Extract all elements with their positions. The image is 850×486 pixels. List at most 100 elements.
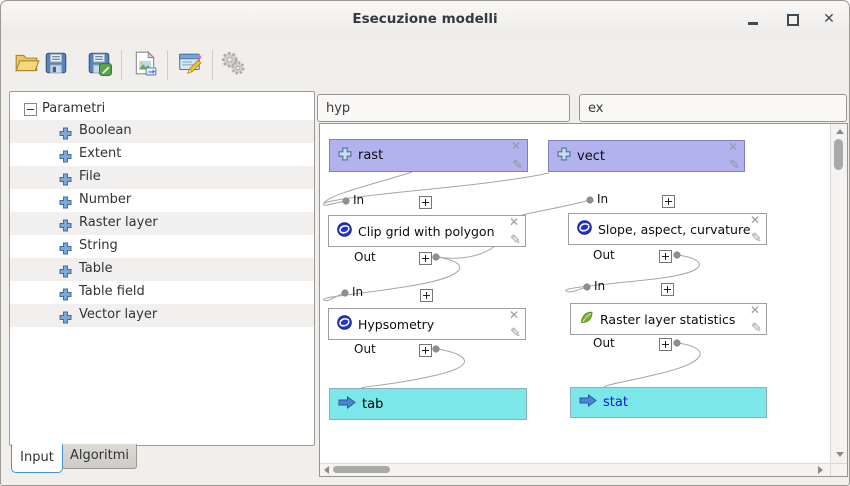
toolbar-separator (121, 50, 122, 80)
edit-node-icon[interactable]: ✎ (510, 326, 521, 341)
scroll-left-icon[interactable] (324, 466, 329, 474)
algorithm-node-hypsometry[interactable]: Hypsometry ✕ ✎ (328, 308, 526, 340)
toolbar-separator (212, 50, 213, 80)
delete-node-icon[interactable]: ✕ (509, 215, 519, 229)
gears-icon (220, 50, 246, 80)
open-folder-icon (14, 50, 40, 80)
tree-item-number[interactable]: Number (10, 189, 314, 212)
parameter-plus-icon (338, 147, 352, 165)
vertical-scrollbar-thumb[interactable] (834, 139, 843, 170)
tree-item-label: Number (79, 192, 131, 207)
algorithm-node-clip-grid[interactable]: Clip grid with polygon ✕ ✎ (328, 215, 526, 247)
vertical-scrollbar[interactable] (830, 124, 847, 463)
edit-model-help-button[interactable] (174, 49, 206, 81)
horizontal-scrollbar[interactable] (320, 463, 830, 476)
save-floppy-icon (43, 50, 69, 80)
delete-node-icon[interactable]: ✕ (750, 303, 760, 317)
expand-out-ports-button[interactable] (419, 344, 432, 357)
expand-in-ports-button[interactable] (661, 283, 674, 296)
edit-node-icon[interactable]: ✎ (751, 321, 762, 336)
out-port-label: Out (354, 342, 376, 356)
edit-node-icon[interactable]: ✎ (512, 158, 523, 173)
add-plus-icon (59, 194, 72, 207)
output-node-tab[interactable]: tab (329, 388, 527, 420)
tree-item-vector-layer[interactable]: Vector layer (10, 304, 314, 327)
toolbar-separator (167, 50, 168, 80)
edit-node-icon[interactable]: ✎ (751, 231, 762, 246)
model-execution-window: Esecuzione modelli ✕ (0, 0, 850, 486)
save-model-button[interactable] (40, 49, 72, 81)
run-algorithms-button[interactable] (217, 49, 249, 81)
save-model-as-button[interactable] (83, 49, 115, 81)
out-port-label: Out (593, 336, 615, 350)
horizontal-scrollbar-thumb[interactable] (333, 466, 390, 473)
expand-in-ports-button[interactable] (420, 289, 433, 302)
parameter-node-vect[interactable]: vect ✕ ✎ (548, 140, 745, 172)
node-label: vect (577, 149, 605, 164)
parameter-plus-icon (557, 147, 571, 165)
tree-item-file[interactable]: File (10, 166, 314, 189)
delete-node-icon[interactable]: ✕ (509, 308, 519, 322)
export-as-image-button[interactable] (129, 49, 161, 81)
out-port-label: Out (354, 250, 376, 264)
window-title: Esecuzione modelli (1, 11, 849, 27)
edit-node-icon[interactable]: ✎ (729, 158, 740, 173)
maximize-button[interactable] (782, 9, 802, 29)
node-label: Clip grid with polygon (358, 224, 495, 239)
scrollbar-corner (830, 463, 847, 476)
qgis-icon (579, 310, 594, 328)
output-node-stat[interactable]: stat (570, 387, 767, 418)
scroll-right-icon[interactable] (818, 466, 823, 474)
saga-icon (337, 315, 352, 333)
algorithm-node-slope-aspect-curvature[interactable]: Slope, aspect, curvature ✕ ✎ (568, 213, 767, 245)
tree-item-label: Boolean (79, 123, 132, 138)
add-plus-icon (59, 148, 72, 161)
tree-item-table-field[interactable]: Table field (10, 281, 314, 304)
node-label: stat (603, 395, 628, 410)
expand-out-ports-button[interactable] (659, 338, 672, 351)
expand-in-ports-button[interactable] (662, 195, 675, 208)
tree-item-extent[interactable]: Extent (10, 143, 314, 166)
titlebar[interactable]: Esecuzione modelli ✕ (1, 1, 849, 39)
tree-root-parametri[interactable]: Parametri (10, 98, 314, 120)
close-button[interactable]: ✕ (819, 9, 839, 29)
node-label: Slope, aspect, curvature (598, 222, 751, 237)
algorithm-node-raster-layer-statistics[interactable]: Raster layer statistics ✕ ✎ (570, 303, 767, 335)
tree-item-string[interactable]: String (10, 235, 314, 258)
scroll-up-icon[interactable] (836, 129, 844, 134)
tree-item-label: File (79, 169, 101, 184)
add-plus-icon (59, 309, 72, 322)
delete-node-icon[interactable]: ✕ (728, 140, 738, 154)
expand-out-ports-button[interactable] (659, 250, 672, 263)
in-port-label: In (352, 285, 363, 299)
expand-out-ports-button[interactable] (419, 252, 432, 265)
tree-item-table[interactable]: Table (10, 258, 314, 281)
tree-item-label: Raster layer (79, 215, 158, 230)
add-plus-icon (59, 217, 72, 230)
node-label: tab (362, 397, 383, 412)
add-plus-icon (59, 240, 72, 253)
parameters-tree-panel: Parametri Boolean Extent File Number Ras… (9, 91, 315, 446)
model-canvas[interactable]: rast ✕ ✎ vect ✕ ✎ In In Clip grid with p… (319, 123, 848, 477)
tree-item-label: Extent (79, 146, 121, 161)
collapse-expander-icon[interactable] (24, 103, 37, 116)
open-model-button[interactable] (11, 49, 43, 81)
minimize-button[interactable] (743, 9, 763, 29)
delete-node-icon[interactable]: ✕ (511, 139, 521, 153)
tree-item-boolean[interactable]: Boolean (10, 120, 314, 143)
tab-input[interactable]: Input (11, 444, 63, 473)
model-group-field[interactable] (579, 94, 847, 122)
scroll-down-icon[interactable] (836, 452, 844, 457)
edit-node-icon[interactable]: ✎ (510, 233, 521, 248)
add-plus-icon (59, 263, 72, 276)
model-name-field[interactable] (317, 94, 570, 122)
expand-in-ports-button[interactable] (419, 196, 432, 209)
delete-node-icon[interactable]: ✕ (750, 213, 760, 227)
tree-item-raster-layer[interactable]: Raster layer (10, 212, 314, 235)
output-arrow-icon (338, 396, 356, 413)
edit-window-pencil-icon (177, 50, 203, 80)
output-arrow-icon (579, 394, 597, 411)
connection-lines (320, 124, 847, 476)
parameter-node-rast[interactable]: rast ✕ ✎ (329, 139, 528, 172)
tab-algoritmi[interactable]: Algoritmi (62, 444, 137, 469)
